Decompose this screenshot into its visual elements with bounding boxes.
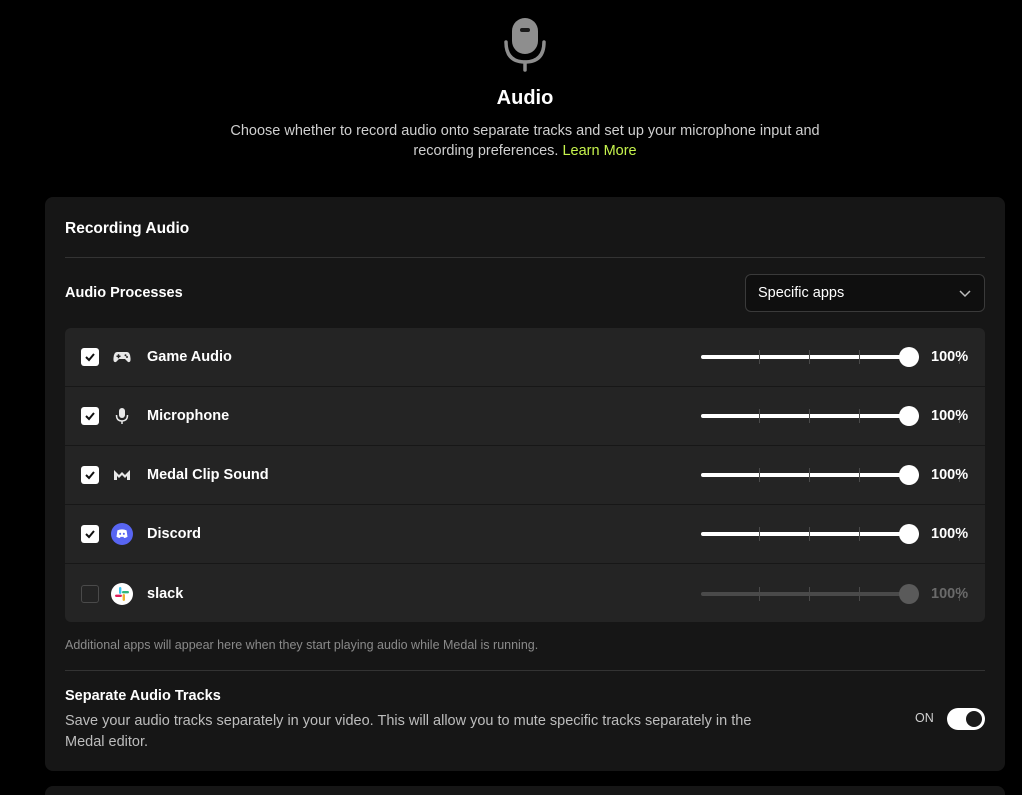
slider-thumb[interactable]: [899, 583, 919, 604]
app-name: Discord: [147, 526, 201, 542]
volume-percent: 100%: [931, 349, 969, 365]
slider-track: [701, 473, 919, 477]
slider-tick: [809, 350, 810, 364]
slider-tick: [759, 586, 760, 601]
slider-track: [701, 591, 919, 596]
app-row-game-audio: Game Audio 100%: [65, 328, 985, 387]
slider-tick: [809, 468, 810, 482]
slider-tick: [859, 350, 860, 364]
app-row-medal-clip-sound: Medal Clip Sound 100%: [65, 446, 985, 505]
page-title: Audio: [496, 87, 554, 109]
checkbox-medal-clip-sound[interactable]: [81, 466, 99, 484]
slider-tick: [809, 409, 810, 423]
check-icon: [85, 530, 95, 539]
volume-slider-medal-clip-sound[interactable]: [701, 465, 960, 485]
chevron-down-icon: [959, 290, 971, 298]
gamepad-icon: [111, 346, 133, 368]
audio-settings-page: Audio Choose whether to record audio ont…: [0, 0, 1022, 795]
separate-tracks-description: Save your audio tracks separately in you…: [65, 713, 752, 750]
separate-tracks-title: Separate Audio Tracks: [65, 688, 221, 704]
microphone-icon: [111, 405, 133, 427]
app-row-slack: slack 100%: [65, 564, 985, 622]
page-description: Choose whether to record audio onto sepa…: [225, 121, 825, 161]
app-name: Microphone: [147, 408, 230, 424]
slider-thumb[interactable]: [899, 465, 919, 485]
checkbox-discord[interactable]: [81, 525, 99, 543]
description-text: Choose whether to record audio onto sepa…: [230, 123, 820, 159]
learn-more-link[interactable]: Learn More: [562, 143, 636, 159]
slider-tick: [859, 586, 860, 601]
slider-thumb[interactable]: [899, 347, 919, 367]
app-name: Medal Clip Sound: [147, 467, 269, 483]
slider-tick: [859, 527, 860, 541]
slider-tick: [759, 350, 760, 364]
volume-percent: 100%: [931, 408, 969, 424]
checkbox-game-audio[interactable]: [81, 348, 99, 366]
volume-percent: 100%: [931, 526, 969, 542]
slider-tick: [809, 586, 810, 601]
divider: [65, 257, 985, 258]
volume-slider-slack[interactable]: [701, 583, 960, 604]
separate-tracks-toggle[interactable]: [947, 708, 985, 730]
section-title: Recording Audio: [65, 220, 190, 237]
audio-processes-select[interactable]: Specific apps: [745, 274, 985, 312]
microphone-hero-icon: [504, 18, 546, 72]
slider-tick: [859, 409, 860, 423]
slider-tick: [759, 527, 760, 541]
slider-track: [701, 532, 919, 536]
slider-track: [701, 414, 919, 418]
check-icon: [85, 353, 95, 362]
slider-track: [701, 355, 919, 359]
app-name: Game Audio: [147, 349, 232, 365]
toggle-knob: [966, 711, 982, 727]
slack-icon: [111, 582, 133, 605]
select-value: Specific apps: [758, 285, 845, 301]
slider-tick: [759, 468, 760, 482]
divider: [65, 670, 985, 671]
slider-thumb[interactable]: [899, 524, 919, 544]
volume-percent: 100%: [931, 467, 969, 483]
checkbox-slack[interactable]: [81, 584, 99, 603]
volume-slider-discord[interactable]: [701, 524, 960, 544]
discord-icon: [111, 523, 133, 545]
toggle-state-label: ON: [915, 711, 934, 725]
medal-logo-icon: [111, 464, 133, 486]
app-name: slack: [147, 585, 184, 602]
check-icon: [85, 471, 95, 480]
volume-slider-microphone[interactable]: [701, 406, 960, 426]
volume-slider-game-audio[interactable]: [701, 347, 960, 367]
check-icon: [85, 412, 95, 421]
slider-tick: [809, 527, 810, 541]
slider-tick: [759, 409, 760, 423]
app-row-microphone: Microphone 100%: [65, 387, 985, 446]
slider-tick: [859, 468, 860, 482]
next-card: [45, 786, 1005, 795]
audio-app-list: Game Audio 100% Microphone 100% Medal Cl…: [65, 328, 985, 622]
volume-percent: 100%: [931, 585, 969, 602]
app-row-discord: Discord 100%: [65, 505, 985, 564]
additional-apps-note: Additional apps will appear here when th…: [65, 638, 539, 652]
recording-audio-card: Recording Audio Audio Processes Specific…: [45, 197, 1005, 771]
audio-processes-label: Audio Processes: [65, 285, 183, 301]
checkbox-microphone[interactable]: [81, 407, 99, 425]
slider-thumb[interactable]: [899, 406, 919, 426]
